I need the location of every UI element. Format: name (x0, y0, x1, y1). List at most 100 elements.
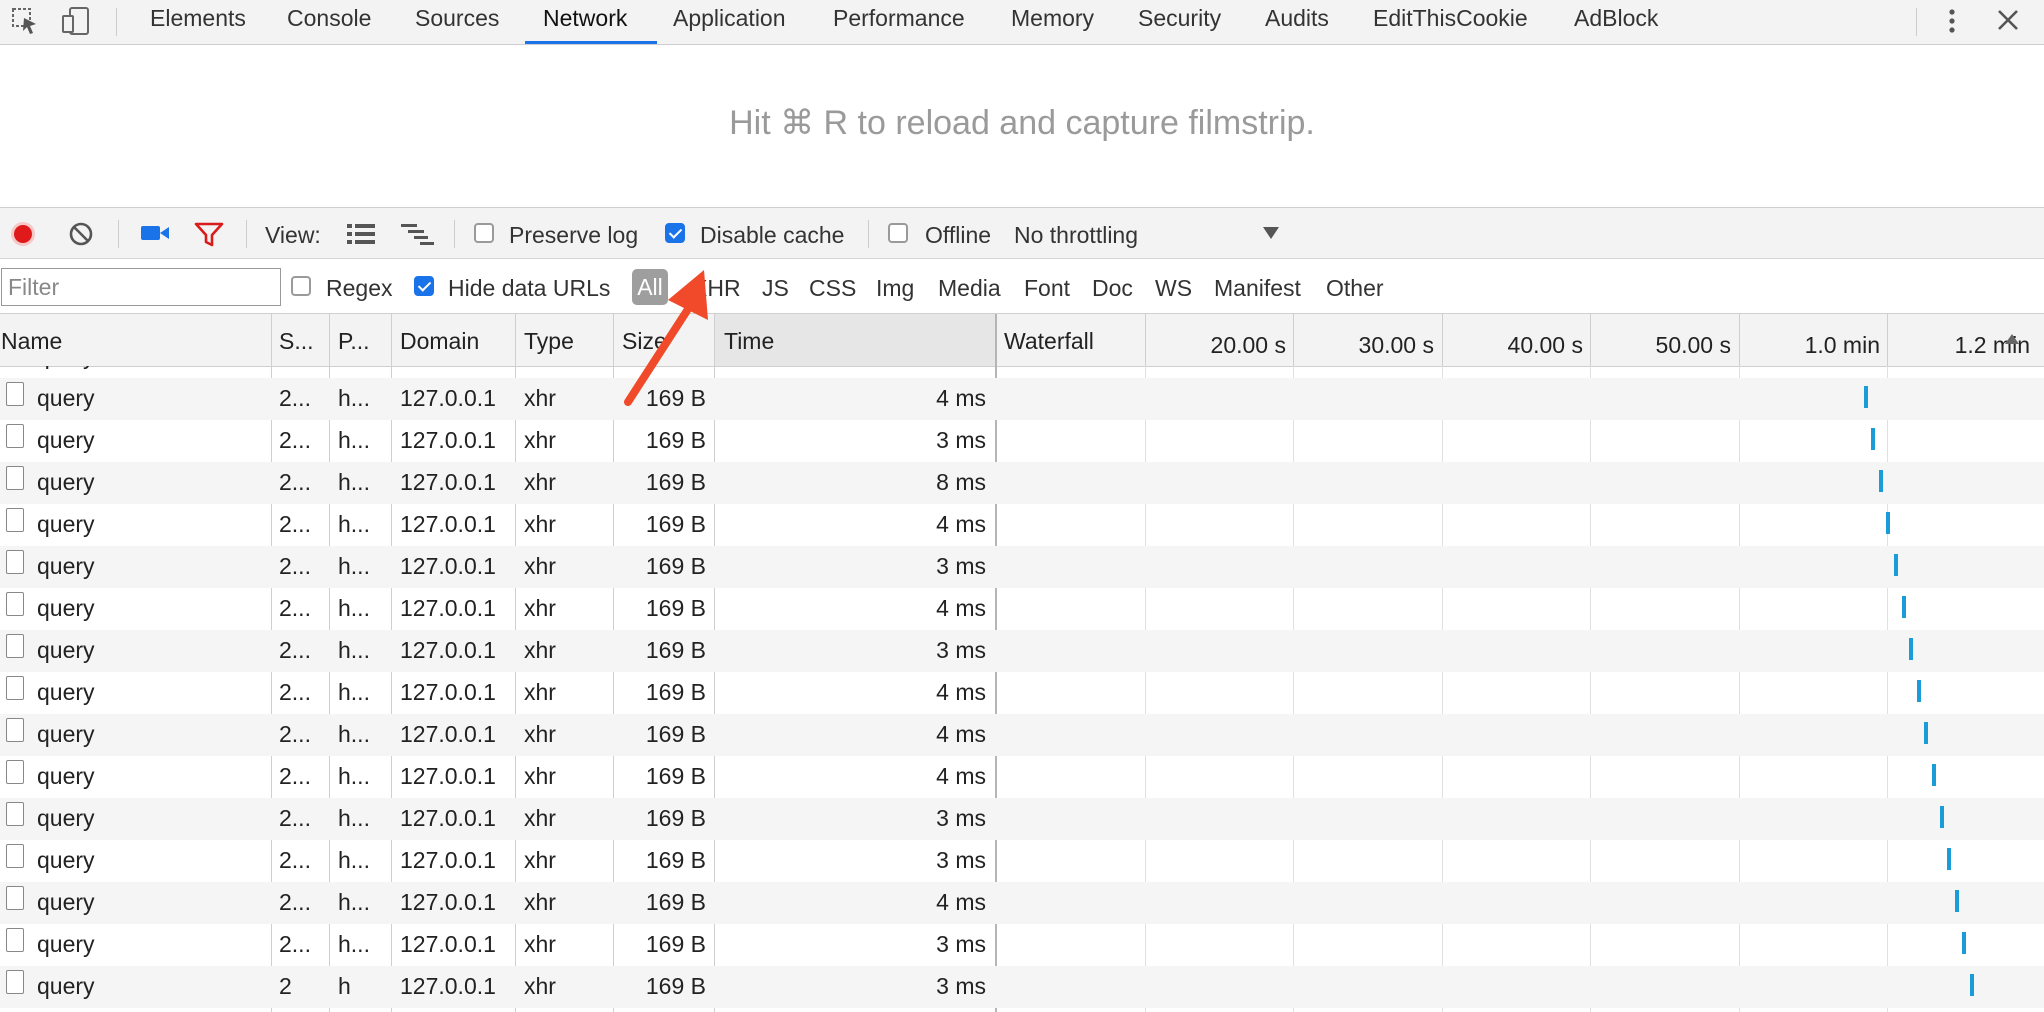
preserve-log-checkbox[interactable] (474, 223, 494, 243)
inspect-element-icon[interactable] (10, 6, 40, 36)
table-row[interactable]: query 2... h... 127.0.0.1 xhr 169 B 3 ms (0, 798, 2044, 840)
large-request-rows-icon[interactable] (346, 222, 376, 246)
filter-type-doc[interactable]: Doc (1092, 275, 1133, 302)
clear-icon[interactable] (68, 221, 94, 247)
filter-type-js[interactable]: JS (762, 275, 789, 302)
request-protocol: h... (338, 553, 370, 579)
request-type: xhr (524, 553, 556, 579)
sort-ascending-icon[interactable] (2004, 332, 2020, 344)
offline-checkbox[interactable] (888, 223, 908, 243)
tab-console[interactable]: Console (287, 0, 371, 44)
tab-application[interactable]: Application (673, 0, 786, 44)
request-size: 169 B (645, 763, 706, 789)
column-header-protocol[interactable]: P... (338, 328, 388, 355)
hide-data-urls-checkbox[interactable] (414, 276, 434, 296)
tab-editthiscookie[interactable]: EditThisCookie (1373, 0, 1528, 44)
request-domain: 127.0.0.1 (400, 763, 496, 789)
request-size: 169 B (618, 366, 706, 370)
throttling-select[interactable]: No throttling (1014, 222, 1138, 249)
tab-performance[interactable]: Performance (833, 0, 965, 44)
tab-sources[interactable]: Sources (415, 0, 499, 44)
table-row[interactable]: query 2... h... 127.0.0.1 xhr 169 B 3 ms (0, 420, 2044, 462)
column-header-domain[interactable]: Domain (400, 328, 510, 355)
request-status: 2... (279, 366, 323, 370)
document-icon (6, 676, 24, 700)
table-row[interactable]: query 2... h... 127.0.0.1 xhr 169 B 4 ms (0, 588, 2044, 630)
filter-icon[interactable] (194, 221, 224, 247)
request-status: 2... (279, 427, 311, 453)
request-protocol: h... (338, 889, 370, 915)
tab-elements[interactable]: Elements (150, 0, 246, 44)
document-icon (6, 550, 24, 574)
table-row[interactable]: query 2... h... 127.0.0.1 xhr 169 B 3 ms (0, 924, 2044, 966)
table-row[interactable]: query 2... h... 127.0.0.1 xhr 169 B 4 ms (0, 714, 2044, 756)
more-options-icon[interactable] (1944, 5, 1960, 37)
request-type: xhr (524, 889, 556, 915)
tab-security[interactable]: Security (1138, 0, 1221, 44)
waterfall-bar (1894, 554, 1898, 576)
request-status: 2... (279, 679, 311, 705)
column-header-name[interactable]: Name (1, 328, 266, 355)
filter-type-font[interactable]: Font (1024, 275, 1070, 302)
table-row[interactable]: query 2... h... 127.0.0.1 xhr 169 B 8 ms (0, 462, 2044, 504)
column-header-type[interactable]: Type (524, 328, 604, 355)
request-name: query (37, 931, 95, 957)
disable-cache-checkbox[interactable] (665, 223, 685, 243)
request-domain: 127.0.0.1 (400, 469, 496, 495)
record-icon[interactable] (10, 221, 36, 247)
column-header-status[interactable]: S... (279, 328, 323, 355)
filter-type-other[interactable]: Other (1326, 275, 1384, 302)
table-row[interactable]: query 2... h... 127.0.0.1 xhr 169 B 4 ms (0, 504, 2044, 546)
request-time: 3 ms (936, 931, 986, 957)
request-time: 3 ms (936, 805, 986, 831)
request-domain: 127.0.0.1 (400, 595, 496, 621)
table-row[interactable]: query 2... h... 127.0.0.1 xhr 169 B 3 ms (0, 840, 2044, 882)
regex-checkbox[interactable] (291, 276, 311, 296)
request-status: 2... (279, 553, 311, 579)
request-type: xhr (524, 427, 556, 453)
filmstrip-message: Hit ⌘ R to reload and capture filmstrip. (729, 104, 1315, 142)
table-row[interactable]: query 2 h 127.0.0.1 xhr 169 B 3 ms (0, 966, 2044, 1008)
table-row[interactable]: query 2... h... 127.0.0.1 xhr 169 B 3 ms (0, 366, 2044, 378)
filter-type-xhr[interactable]: XHR (692, 275, 741, 302)
request-protocol: h... (338, 763, 370, 789)
capture-screenshots-icon[interactable] (140, 221, 170, 245)
table-row[interactable]: query 2... h... 127.0.0.1 xhr 169 B 4 ms (0, 882, 2044, 924)
waterfall-tick-label: 1.0 min (1804, 332, 1880, 358)
request-domain: 127.0.0.1 (400, 553, 496, 579)
document-icon (6, 718, 24, 742)
overview-waterfall-icon[interactable] (400, 222, 436, 246)
table-row[interactable]: query 2... h... 127.0.0.1 xhr 169 B 4 ms (0, 756, 2044, 798)
document-icon (6, 970, 24, 994)
dropdown-arrow-icon[interactable] (1262, 226, 1280, 240)
table-row[interactable]: query 2... h... 127.0.0.1 xhr 169 B 4 ms (0, 378, 2044, 420)
filter-type-all[interactable]: All (632, 269, 668, 305)
filter-type-media[interactable]: Media (938, 275, 1001, 302)
tab-adblock[interactable]: AdBlock (1574, 0, 1658, 44)
filter-type-manifest[interactable]: Manifest (1214, 275, 1301, 302)
filter-type-img[interactable]: Img (876, 275, 914, 302)
filter-type-css[interactable]: CSS (809, 275, 856, 302)
column-header-waterfall[interactable]: Waterfall (1004, 328, 1144, 355)
active-tab-indicator (525, 41, 657, 44)
request-size: 169 B (645, 931, 706, 957)
document-icon (6, 592, 24, 616)
device-toolbar-icon[interactable] (60, 4, 94, 38)
table-row[interactable]: query 2... h... 127.0.0.1 xhr 169 B 3 ms (0, 546, 2044, 588)
filter-bar: Regex Hide data URLs All XHR JS CSS Img … (0, 259, 2044, 314)
column-header-size[interactable]: Size (622, 328, 712, 355)
request-status: 2... (279, 595, 311, 621)
table-row[interactable]: query 2... h... 127.0.0.1 xhr 169 B 3 ms (0, 630, 2044, 672)
waterfall-bar (1909, 638, 1914, 660)
filter-type-ws[interactable]: WS (1155, 275, 1192, 302)
tab-audits[interactable]: Audits (1265, 0, 1329, 44)
tab-network[interactable]: Network (543, 0, 627, 44)
request-type: xhr (524, 679, 556, 705)
filter-input[interactable] (1, 268, 281, 306)
request-time: 3 ms (720, 366, 986, 370)
close-icon[interactable] (1994, 6, 2022, 34)
table-row[interactable]: query 2... h... 127.0.0.1 xhr 169 B 4 ms (0, 672, 2044, 714)
tab-memory[interactable]: Memory (1011, 0, 1094, 44)
column-header-time[interactable]: Time (724, 328, 924, 355)
requests-table-header: Name S... P... Domain Type Size Time Wat… (0, 314, 2044, 367)
